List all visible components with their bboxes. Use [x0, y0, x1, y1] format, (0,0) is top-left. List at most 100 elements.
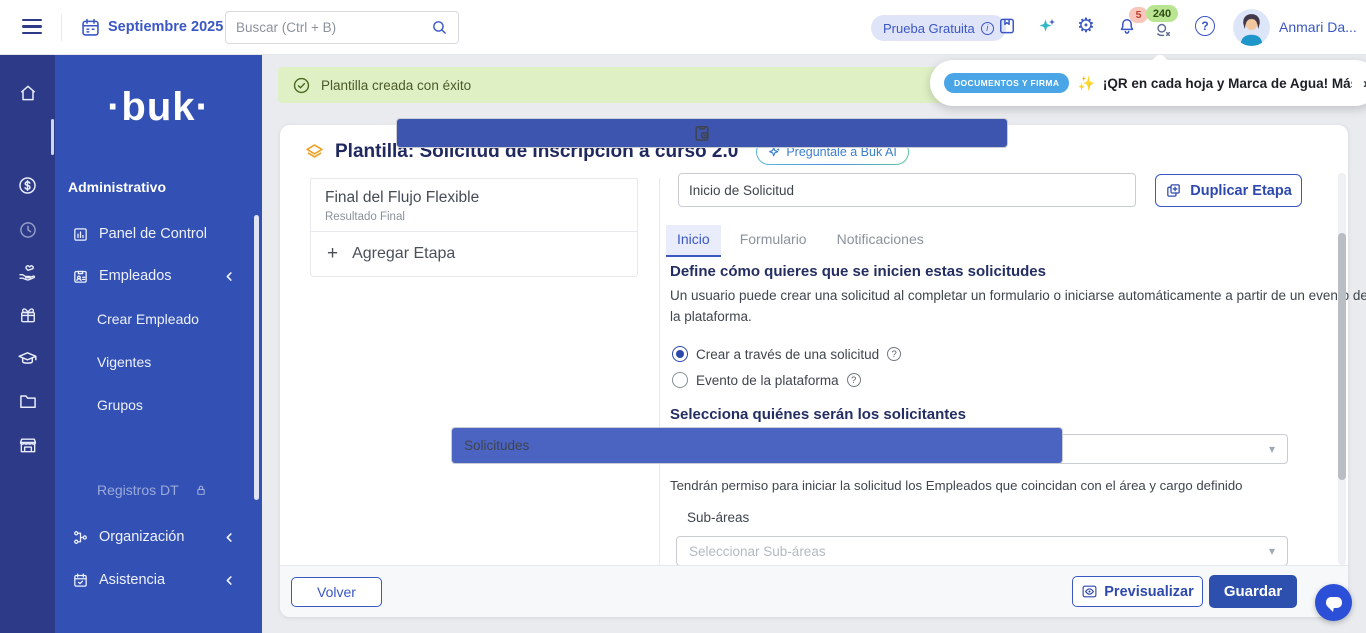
permission-note: Tendrán permiso para iniciar la solicitu… — [670, 478, 1243, 493]
sidebar-item-solicitudes[interactable]: Solicitudes — [451, 427, 1063, 464]
save-button[interactable]: Guardar — [1209, 575, 1297, 608]
success-banner-message: Plantilla creada con éxito — [321, 77, 472, 93]
start-section-description: Un usuario puede crear una solicitud al … — [670, 288, 1366, 324]
plus-icon: + — [327, 243, 339, 264]
radio-selected-icon[interactable] — [672, 346, 688, 362]
template-card: Plantilla: Solicitud de Inscripción a cu… — [280, 125, 1366, 617]
clock-icon[interactable] — [7, 210, 48, 250]
radio-option-request-label: Crear a través de una solicitud — [696, 346, 880, 362]
sidebar-item-asistencia[interactable]: Asistencia — [58, 562, 248, 598]
sidebar: ·buk· Administrativo Panel de Control Em… — [55, 55, 1063, 633]
chat-fab-button[interactable] — [1315, 584, 1352, 621]
stage-name-input[interactable] — [678, 173, 1136, 207]
sidebar-item-label: Panel de Control — [99, 226, 208, 242]
id-badge-icon — [72, 268, 89, 285]
chevron-down-icon: ▾ — [1268, 544, 1275, 558]
lock-icon — [194, 483, 208, 497]
sidebar-section-label: Administrativo — [68, 179, 167, 195]
subareas-select[interactable]: Seleccionar Sub-áreas ▾ — [676, 536, 1288, 566]
card-footer: Volver Previsualizar Guardar — [280, 565, 1348, 617]
copy-icon — [1165, 182, 1182, 199]
sidebar-item-vigentes[interactable]: Vigentes — [58, 344, 248, 380]
tab-inicio[interactable]: Inicio — [666, 225, 721, 257]
radio-option-event[interactable]: Evento de la plataforma ? — [672, 372, 861, 388]
topbar-divider — [61, 14, 62, 41]
sidebar-item-grupos[interactable]: Grupos — [58, 387, 248, 423]
stage-final-subtitle: Resultado Final — [325, 211, 405, 223]
sparkle-ai-icon[interactable] — [1037, 17, 1057, 37]
search-icon[interactable] — [431, 19, 448, 36]
radio-option-event-label: Evento de la plataforma — [696, 372, 839, 388]
add-stage-button[interactable]: + Agregar Etapa — [311, 232, 637, 276]
check-circle-icon — [292, 76, 311, 95]
promo-toast[interactable]: DOCUMENTOS Y FIRMA ✨ ¡QR en cada hoja y … — [930, 60, 1366, 106]
sidebar-item-panel-de-control[interactable]: Panel de Control — [58, 216, 248, 252]
sidebar-item-label: Asistencia — [99, 572, 166, 588]
clipboard-clock-icon[interactable] — [396, 118, 1008, 148]
avatar[interactable] — [1233, 9, 1270, 46]
app-window: Septiembre 2025 Prueba Gratuita i ⚙ 5 24… — [0, 0, 1366, 633]
rail-active-indicator — [51, 119, 54, 155]
tab-notificaciones[interactable]: Notificaciones — [826, 225, 935, 257]
stages-panel: Final del Flujo Flexible Resultado Final… — [310, 178, 638, 277]
gear-icon[interactable]: ⚙ — [1077, 15, 1095, 37]
hand-heart-icon[interactable] — [7, 252, 48, 292]
folder-icon[interactable] — [7, 381, 48, 421]
search-input[interactable] — [236, 20, 431, 35]
dashboard-icon — [72, 226, 89, 243]
stage-final-item[interactable]: Final del Flujo Flexible Resultado Final — [311, 179, 637, 232]
sidebar-item-registros-dt[interactable]: Registros DT — [58, 472, 248, 508]
radio-unselected-icon[interactable] — [672, 372, 688, 388]
promo-toast-tag: DOCUMENTOS Y FIRMA — [944, 73, 1070, 93]
storefront-icon[interactable] — [7, 425, 48, 465]
radio-option-request[interactable]: Crear a través de una solicitud ? — [672, 346, 902, 362]
help-icon[interactable]: ? — [1195, 16, 1215, 36]
info-icon: i — [980, 21, 994, 35]
help-circle-icon[interactable]: ? — [887, 347, 902, 361]
calendar-icon[interactable] — [80, 17, 101, 38]
subareas-placeholder: Seleccionar Sub-áreas — [689, 543, 826, 559]
home-icon[interactable] — [7, 73, 48, 113]
gift-icon[interactable] — [7, 295, 48, 335]
user-name[interactable]: Anmari Da... — [1279, 19, 1357, 35]
period-label[interactable]: Septiembre 2025 — [108, 19, 223, 35]
chevron-left-icon — [223, 270, 236, 283]
hamburger-menu-icon[interactable] — [22, 19, 42, 35]
sidebar-scrollbar[interactable] — [254, 215, 259, 500]
sidebar-item-label: Vigentes — [97, 354, 152, 370]
preview-label: Previsualizar — [1104, 583, 1194, 600]
money-icon[interactable] — [7, 165, 48, 205]
credits-badge: 240 — [1146, 5, 1178, 22]
topbar: Septiembre 2025 Prueba Gratuita i ⚙ 5 24… — [0, 0, 1366, 55]
preview-button[interactable]: Previsualizar — [1072, 576, 1203, 607]
add-stage-label: Agregar Etapa — [352, 245, 456, 262]
chevron-left-icon — [223, 574, 236, 587]
duplicate-stage-button[interactable]: Duplicar Etapa — [1155, 174, 1302, 207]
stage-final-title: Final del Flujo Flexible — [325, 189, 480, 206]
help-circle-icon[interactable]: ? — [846, 373, 861, 387]
module-rail — [0, 55, 1008, 633]
sidebar-item-crear-empleado[interactable]: Crear Empleado — [58, 301, 248, 337]
calendar-check-icon — [72, 572, 89, 589]
start-section-title: Define cómo quieres que se inicien estas… — [670, 263, 1046, 280]
content-scrollbar-thumb[interactable] — [1338, 233, 1346, 480]
chat-bubble-icon — [1325, 597, 1342, 612]
panel-divider — [659, 178, 660, 565]
trial-badge[interactable]: Prueba Gratuita i — [871, 15, 1006, 41]
sidebar-item-label: Registros DT — [97, 482, 179, 498]
graduation-cap-icon[interactable] — [7, 338, 48, 378]
sidebar-item-label: Organización — [99, 529, 185, 545]
tab-formulario[interactable]: Formulario — [729, 225, 818, 257]
sidebar-item-label: Empleados — [99, 268, 172, 284]
back-button[interactable]: Volver — [291, 577, 382, 607]
chevron-down-icon: ▾ — [1268, 442, 1275, 456]
coins-icon[interactable] — [1155, 22, 1173, 38]
chevron-left-icon — [223, 531, 236, 544]
sparkles-icon: ✨ — [1077, 74, 1095, 91]
eye-icon — [1081, 583, 1098, 600]
content-scrollbar-track[interactable] — [1338, 173, 1346, 565]
bookmark-icon[interactable] — [997, 16, 1017, 36]
sidebar-item-empleados[interactable]: Empleados — [58, 258, 248, 294]
sidebar-item-organizacion[interactable]: Organización — [58, 519, 248, 555]
promo-toast-message: ¡QR en cada hoja y Marca de Agua! Más se… — [1102, 75, 1352, 91]
